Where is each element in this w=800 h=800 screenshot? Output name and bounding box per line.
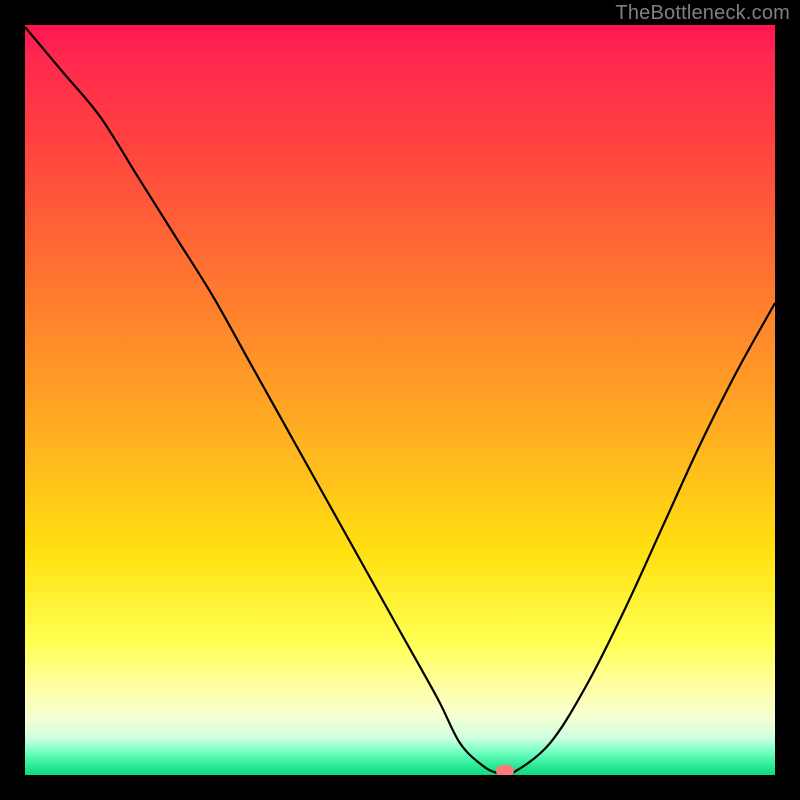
plot-area xyxy=(25,25,775,775)
curve-line xyxy=(25,27,775,775)
watermark-text: TheBottleneck.com xyxy=(615,2,790,25)
chart-frame: TheBottleneck.com xyxy=(0,0,800,800)
bottleneck-curve xyxy=(25,25,775,775)
optimal-marker-icon xyxy=(496,765,514,775)
